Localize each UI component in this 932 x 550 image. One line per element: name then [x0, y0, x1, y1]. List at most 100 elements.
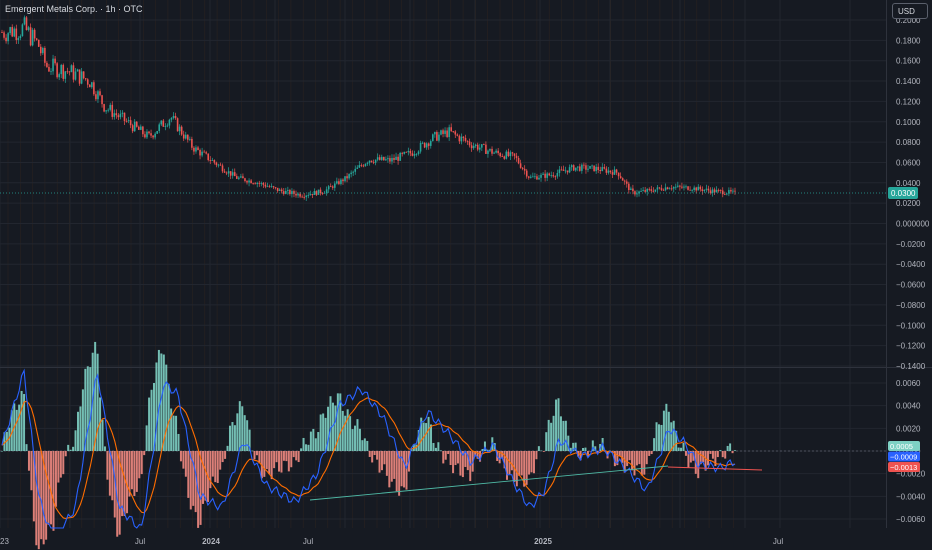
candle-body	[566, 170, 569, 173]
histogram-bar	[349, 416, 352, 451]
histogram-bar	[449, 451, 452, 466]
price-tick-label: −0.1200	[896, 342, 926, 351]
candle-body	[17, 38, 20, 41]
histogram-bar	[94, 341, 97, 451]
candle-body	[662, 189, 665, 191]
chart-canvas[interactable]: 0.20000.18000.16000.14000.12000.10000.08…	[0, 0, 932, 550]
candle-body	[421, 142, 424, 144]
candle-body	[31, 29, 34, 46]
histogram-bar	[724, 451, 727, 459]
histogram-bar	[25, 444, 28, 451]
histogram-bar	[368, 451, 371, 457]
candle-body	[334, 183, 336, 188]
candle-body	[252, 183, 254, 184]
candle-body	[599, 170, 602, 171]
candle-body	[248, 180, 250, 183]
macd-value-label: −0.0009	[890, 453, 917, 462]
price-tick-label: −0.0400	[896, 260, 926, 269]
candle-body	[448, 127, 450, 138]
macd-tick-label: −0.0060	[896, 515, 926, 524]
candle-body	[142, 126, 144, 135]
candle-body	[289, 190, 291, 195]
candle-body	[313, 191, 316, 196]
histogram-bar	[182, 451, 185, 469]
candle-body	[438, 134, 440, 141]
histogram-bar	[86, 366, 89, 451]
histogram-bar	[18, 404, 21, 451]
candle-body	[115, 113, 118, 116]
candle-body	[581, 164, 583, 171]
candle-body	[380, 156, 383, 160]
candle-body	[356, 167, 359, 169]
candle-body	[117, 115, 120, 118]
histogram-bar	[157, 349, 160, 451]
histogram-bar	[79, 406, 82, 451]
candle-body	[440, 130, 442, 135]
candle-body	[58, 74, 60, 78]
histogram-bar	[89, 367, 92, 451]
candle-body	[295, 193, 297, 196]
candle-body	[207, 153, 210, 161]
candle-body	[652, 190, 655, 192]
candle-body	[734, 190, 736, 192]
histogram-bar	[550, 422, 553, 451]
candle-body	[446, 130, 448, 138]
histogram-bar	[341, 410, 344, 451]
candle-body	[287, 190, 289, 191]
candle-body	[711, 189, 714, 193]
histogram-bar	[251, 450, 254, 452]
candle-body	[189, 138, 191, 140]
candle-body	[354, 168, 357, 172]
candle-body	[409, 150, 412, 154]
candle-body	[654, 189, 657, 192]
candle-body	[266, 186, 269, 188]
candle-body	[458, 135, 461, 142]
histogram-bar	[383, 451, 386, 465]
histogram-bar	[520, 451, 523, 476]
candle-body	[97, 91, 99, 100]
candle-body	[679, 185, 681, 187]
histogram-bar	[373, 451, 376, 456]
candle-body	[121, 112, 124, 114]
histogram-bar	[177, 433, 180, 451]
candle-body	[454, 131, 457, 135]
macd-tick-label: 0.0020	[896, 424, 921, 433]
price-tick-label: 0.0600	[896, 158, 921, 167]
histogram-bar	[148, 397, 151, 451]
candle-body	[691, 189, 693, 191]
histogram-bar	[96, 353, 99, 451]
histogram-bar	[658, 424, 661, 451]
candle-body	[244, 178, 246, 182]
histogram-bar	[184, 451, 187, 477]
histogram-bar	[677, 447, 680, 451]
candle-body	[366, 162, 369, 164]
currency-button[interactable]: USD	[892, 3, 928, 19]
candle-body	[660, 188, 663, 190]
histogram-bar	[376, 451, 379, 460]
candle-body	[187, 134, 189, 140]
candle-body	[93, 82, 95, 95]
candle-body	[225, 172, 228, 174]
histogram-bar	[366, 440, 369, 451]
candle-body	[205, 152, 207, 154]
histogram-bar	[228, 425, 231, 451]
histogram-bar	[358, 428, 361, 451]
candle-body	[254, 183, 256, 185]
candle-body	[672, 187, 675, 189]
x-axis-label: Jul	[303, 537, 313, 546]
candle-body	[625, 181, 628, 184]
candle-body	[554, 176, 557, 178]
histogram-bar	[304, 444, 307, 451]
macd-line	[1, 368, 736, 529]
candle-body	[585, 165, 587, 170]
candle-body	[236, 176, 238, 179]
candle-body	[693, 187, 695, 190]
candle-body	[148, 131, 150, 134]
chart-root[interactable]: 0.2000 0.1800 0.1600 0.1400 0.1200 0.1000 0.08…	[0, 0, 932, 550]
histogram-bar	[653, 438, 656, 451]
histogram-bar	[314, 438, 317, 451]
histogram-bar	[40, 451, 43, 540]
histogram-bar	[64, 451, 67, 457]
histogram-bar	[711, 451, 714, 459]
candle-body	[166, 125, 169, 127]
